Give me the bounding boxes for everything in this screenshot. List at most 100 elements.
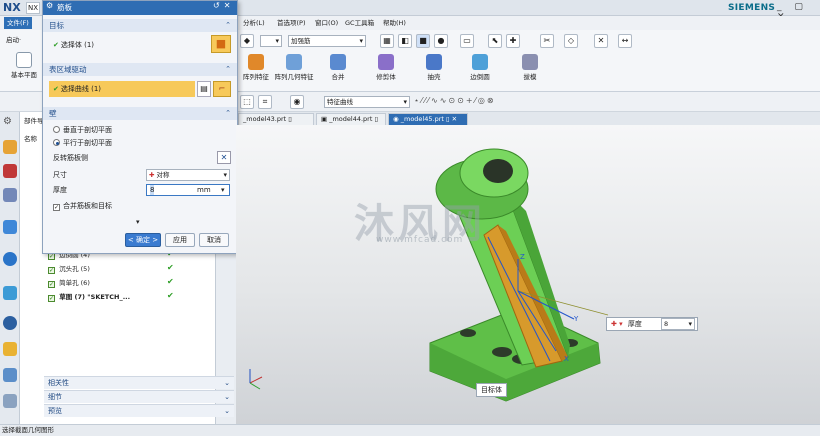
thickness-handle-box[interactable]: ✚ ▾ 厚度 8 <box>606 317 698 331</box>
brand-label: SIEMENS <box>728 3 776 13</box>
render-icon[interactable]: ● <box>434 34 448 48</box>
gear-icon[interactable]: ⚙ <box>3 116 17 130</box>
menu-gc-toolbox[interactable]: GC工具箱 <box>342 17 377 29</box>
apply-button[interactable]: 应用 <box>165 233 195 247</box>
size-dropdown[interactable]: ✚ 对称 <box>146 169 230 181</box>
snap-points-icon[interactable]: ⋆⁄⁄⁄∿∿⊙⊙+⁄◎⊗ <box>414 96 496 105</box>
checkbox-icon[interactable]: ✓ <box>48 295 55 302</box>
cancel-button[interactable]: 取消 <box>199 233 229 247</box>
library-icon[interactable] <box>3 220 17 234</box>
dialog-close-icon[interactable]: ↺✕ <box>213 1 234 10</box>
radio-icon[interactable] <box>53 139 60 146</box>
menu-analysis[interactable]: 分析(L) <box>240 17 268 29</box>
menu-window[interactable]: 窗口(O) <box>312 17 341 29</box>
assembly-icon[interactable] <box>3 140 17 154</box>
edge-blend-button[interactable]: 边倒圆 <box>460 50 500 94</box>
select-icon[interactable]: ⬚ <box>240 95 254 109</box>
section-profile[interactable]: 表区域驱动 ⌃ <box>43 63 237 76</box>
lasso-icon[interactable]: ⌗ <box>258 95 272 109</box>
sketch-section-icon[interactable]: ▤ <box>197 81 211 97</box>
clip-icon[interactable]: ✂ <box>540 34 554 48</box>
thickness-unit: mm <box>197 186 211 194</box>
shell-button[interactable]: 抽壳 <box>414 50 454 94</box>
tab-model45[interactable]: ◉ _model45.prt ▯ ✕ <box>388 113 468 125</box>
pattern-feature-icon <box>248 54 264 70</box>
curve-rule-value: 特征曲线 <box>327 98 353 106</box>
trim-body-label: 修剪体 <box>376 73 396 81</box>
graphics-window[interactable]: Z Y X 沐风网 www.mfcad.com ✚ ▾ 厚度 8 目标体 <box>236 125 820 424</box>
combine-checkbox[interactable]: ✓ 合并筋板和目标 <box>53 201 112 211</box>
accordion-details[interactable]: 细节 ⌄ <box>44 390 234 403</box>
filter-dropdown[interactable]: 加强筋 <box>288 35 366 47</box>
tree-row-sketch[interactable]: ✓ 草图 (7) "SKETCH_... <box>48 292 130 302</box>
roles-icon[interactable] <box>3 368 17 382</box>
constraint-icon[interactable] <box>3 164 17 178</box>
palette-icon[interactable] <box>3 342 17 356</box>
section-target[interactable]: 目标 ⌃ <box>43 19 237 32</box>
web-icon[interactable] <box>3 252 17 266</box>
menu-help[interactable]: 帮助(H) <box>380 17 409 29</box>
chevron-down-icon[interactable]: ▾ <box>221 185 225 195</box>
menu-file[interactable]: 文件(F) <box>4 17 32 29</box>
name-column-header[interactable]: 名称 <box>24 133 37 143</box>
eye-icon[interactable]: ◉ <box>290 95 304 109</box>
check-icon: ✔ <box>53 41 59 49</box>
accordion-dependencies[interactable]: 相关性 ⌄ <box>44 376 234 389</box>
select-body-label: 选择体 (1) <box>60 41 95 49</box>
accordion-preview[interactable]: 预览 ⌄ <box>44 404 234 417</box>
orient-icon[interactable]: ⬉ <box>488 34 502 48</box>
shade-icon[interactable]: ◧ <box>398 34 412 48</box>
combine-button[interactable]: 合并 <box>318 50 358 94</box>
menu-preferences[interactable]: 首选项(P) <box>274 17 309 29</box>
tab-model43[interactable]: _model43.prt ▯ <box>238 113 314 125</box>
thickness-input[interactable]: 8 mm ▾ <box>146 184 230 196</box>
draft-button[interactable]: 拔模 <box>510 50 550 94</box>
dimension-icon[interactable]: ↔ <box>618 34 632 48</box>
view-dropdown[interactable] <box>260 35 282 47</box>
thickness-tag-input[interactable]: 8 <box>661 318 695 330</box>
start-menu[interactable]: 启动· <box>6 34 21 44</box>
select-body-row[interactable]: ✔ 选择体 (1) <box>53 40 94 50</box>
pattern-geometry-button[interactable]: 阵列几何特征 <box>274 50 314 94</box>
curve-rule-dropdown[interactable]: 特征曲线 <box>324 96 410 108</box>
clock-icon[interactable] <box>3 316 17 330</box>
radio-parallel[interactable]: 平行于剖切平面 <box>53 138 112 148</box>
pattern-feature-button[interactable]: 阵列特征 <box>236 50 276 94</box>
display-icon[interactable]: ▦ <box>380 34 394 48</box>
axis-icon[interactable]: ✕ <box>594 34 608 48</box>
cube-view-icon[interactable]: ■ <box>416 34 430 48</box>
radio-icon[interactable] <box>53 126 60 133</box>
checkbox-icon[interactable]: ✓ <box>48 253 55 260</box>
section-wall[interactable]: 壁 ⌃ <box>43 107 237 120</box>
tree-row-counterbore-hole[interactable]: ✓ 沉头孔 (5) <box>48 264 90 274</box>
checkbox-icon[interactable]: ✓ <box>53 204 60 211</box>
measure-icon[interactable]: ◇ <box>564 34 578 48</box>
accordion-label: 预览 <box>48 407 62 415</box>
select-curve-row[interactable]: ✔ 选择曲线 (1) <box>49 81 195 97</box>
curve-select-icon[interactable]: ⌐ <box>213 81 231 97</box>
checkbox-icon[interactable]: ✓ <box>48 267 55 274</box>
body-select-icon[interactable]: ■ <box>211 35 231 53</box>
status-bar: 选择截面几何图形 <box>0 424 820 436</box>
ok-button[interactable]: < 确定 > <box>125 233 161 247</box>
radio-label: 平行于剖切平面 <box>63 139 112 147</box>
flip-rib-label: 反转筋板侧 <box>53 154 88 162</box>
history-icon[interactable] <box>3 286 17 300</box>
tab-model44[interactable]: ▣ _model44.prt ▯ <box>316 113 386 125</box>
tree-label: 简单孔 (6) <box>59 279 90 287</box>
system-icon[interactable] <box>3 394 17 408</box>
radio-perpendicular[interactable]: 垂直于剖切平面 <box>53 125 112 135</box>
dialog-gear-icon[interactable]: ⚙ <box>46 1 53 10</box>
basic-plane-button[interactable]: 基本平面 <box>4 48 44 92</box>
shape-icon[interactable]: ◆ <box>240 34 254 48</box>
tree-row-simple-hole[interactable]: ✓ 简单孔 (6) <box>48 278 90 288</box>
snap-icon[interactable]: ✚ <box>506 34 520 48</box>
part-nav-icon[interactable] <box>3 188 17 202</box>
flip-direction-icon[interactable]: ✕ <box>217 151 231 164</box>
boss-hole <box>483 159 513 183</box>
app-tab[interactable]: NX <box>26 2 40 14</box>
checkbox-icon[interactable]: ✓ <box>48 281 55 288</box>
trim-body-button[interactable]: 修剪体 <box>366 50 406 94</box>
more-options-icon[interactable]: ▾ <box>136 218 140 226</box>
layer-icon[interactable]: ▭ <box>460 34 474 48</box>
